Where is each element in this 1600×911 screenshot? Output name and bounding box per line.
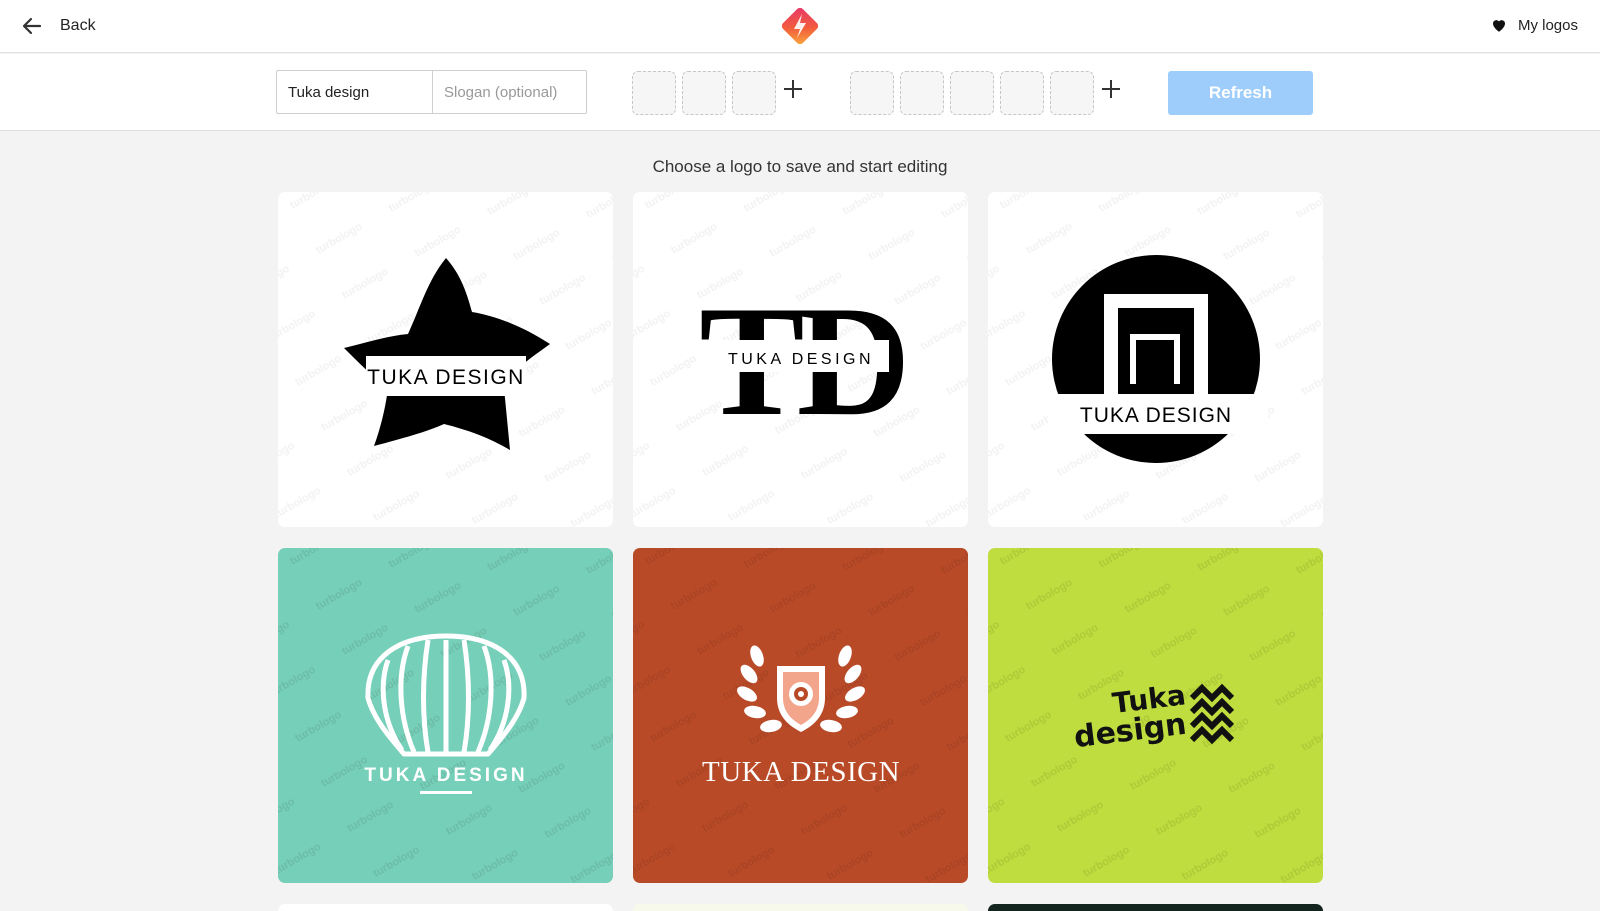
company-name-input[interactable] [277, 71, 433, 113]
logo-text: TUKA DESIGN [364, 765, 527, 786]
icon-slot[interactable] [632, 71, 676, 115]
add-icon-plus-icon[interactable] [782, 78, 804, 100]
logo-text: TUKA DESIGN [728, 351, 874, 368]
my-logos-label: My logos [1517, 16, 1578, 34]
logo-card-partial[interactable] [278, 904, 613, 911]
heart-icon [1492, 20, 1505, 32]
icon-slot[interactable] [682, 71, 726, 115]
name-slogan-group [276, 70, 587, 114]
logo-text: TUKA DESIGN [367, 366, 525, 389]
color-slot[interactable] [900, 71, 944, 115]
logo-card[interactable]: TUKA DESIGN [633, 548, 968, 883]
slogan-input[interactable] [433, 71, 586, 113]
logo-text: TUKA DESIGN [702, 756, 900, 788]
icon-slot[interactable] [732, 71, 776, 115]
page-heading: Choose a logo to save and start editing [652, 157, 948, 176]
arrow-left-icon [22, 17, 42, 35]
logo-card[interactable]: TUKA DESIGN [278, 548, 613, 883]
generator-toolbar: Refresh [0, 54, 1600, 131]
color-slot[interactable] [1050, 71, 1094, 115]
add-color-plus-icon[interactable] [1100, 78, 1122, 100]
back-button[interactable]: Back [20, 14, 96, 38]
logo-card[interactable]: TUKA DESIGN [988, 192, 1323, 527]
color-slot[interactable] [950, 71, 994, 115]
my-logos-link[interactable]: My logos [1490, 16, 1578, 34]
logo-card[interactable]: Tuka design [988, 548, 1323, 883]
logo-text: TUKA DESIGN [1080, 404, 1232, 427]
back-label: Back [60, 17, 96, 34]
logo-card-partial[interactable] [988, 904, 1323, 911]
underline-divider [420, 791, 472, 794]
top-bar: Back My logos [0, 0, 1600, 53]
refresh-button[interactable]: Refresh [1168, 71, 1313, 115]
brand-logo[interactable] [778, 4, 822, 48]
logo-card[interactable]: TD TUKA DESIGN [633, 192, 968, 527]
color-slot[interactable] [850, 71, 894, 115]
logo-card[interactable]: TUKA DESIGN [278, 192, 613, 527]
logo-card-partial[interactable] [633, 904, 968, 911]
color-slot[interactable] [1000, 71, 1044, 115]
